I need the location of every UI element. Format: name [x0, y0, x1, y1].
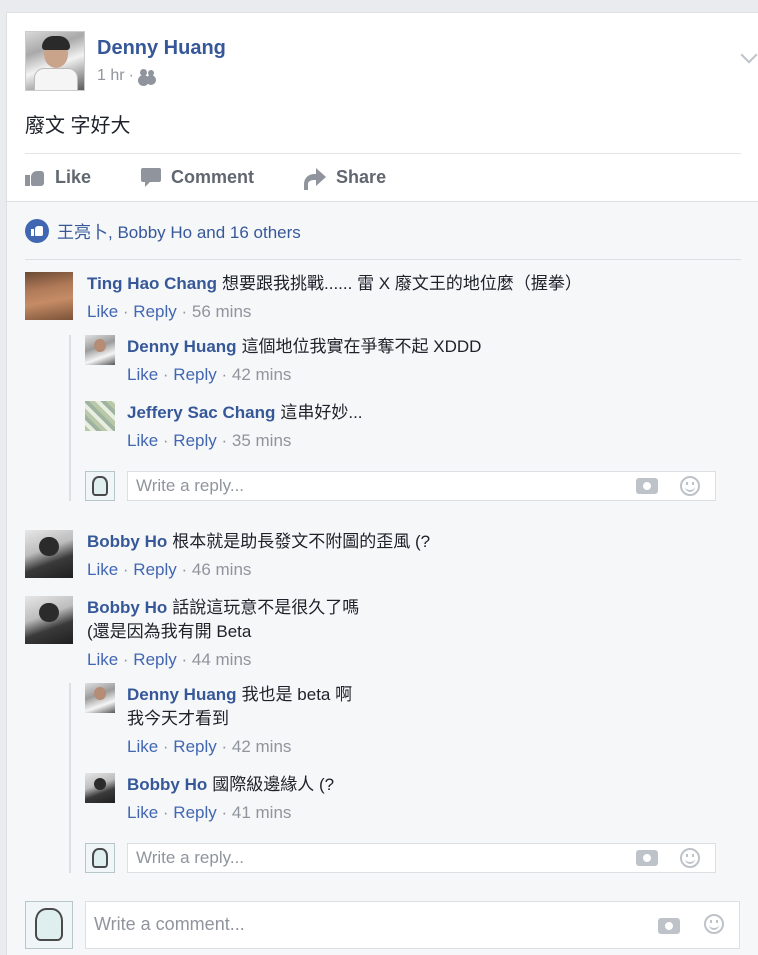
- post-header: Denny Huang 1 hr ·: [25, 31, 758, 93]
- like-badge-icon: [25, 218, 49, 243]
- reply-placeholder: Write a reply...: [136, 848, 245, 867]
- share-arrow-icon: [304, 168, 327, 190]
- reply-placeholder: Write a reply...: [136, 476, 245, 495]
- comment-time[interactable]: 56 mins: [192, 302, 252, 321]
- post-text: 廢文 字好大: [25, 115, 131, 137]
- replier-avatar[interactable]: [85, 683, 115, 713]
- comment-input[interactable]: Write a comment...: [85, 901, 740, 949]
- likes-summary-text[interactable]: 王亮卜, Bobby Ho and 16 others: [57, 218, 301, 243]
- reply-meta: Like · Reply · 41 mins: [127, 803, 292, 822]
- reply-meta: Like · Reply · 35 mins: [127, 431, 292, 450]
- comment-text: 話說這玩意不是很久了嗎: [172, 598, 360, 617]
- replier-avatar[interactable]: [85, 773, 115, 803]
- reply-input[interactable]: Write a reply...: [127, 843, 716, 873]
- comment-like-link[interactable]: Like: [87, 302, 118, 321]
- comment-label: Comment: [171, 166, 255, 187]
- reply-text-line2: 我今天才看到: [127, 709, 229, 728]
- commenter-name[interactable]: Bobby Ho: [87, 532, 167, 551]
- thumbs-up-icon: [25, 168, 45, 186]
- replier-avatar[interactable]: [85, 401, 115, 431]
- camera-icon[interactable]: [658, 918, 680, 934]
- author-name[interactable]: Denny Huang: [97, 37, 226, 60]
- my-avatar: [25, 901, 73, 949]
- reply-meta: Like · Reply · 42 mins: [127, 365, 292, 384]
- comment-meta: Like · Reply · 46 mins: [87, 560, 252, 579]
- reply-time[interactable]: 41 mins: [232, 803, 292, 822]
- friends-icon[interactable]: [138, 69, 156, 83]
- like-label: Like: [55, 166, 92, 187]
- reply-text: 這串好妙...: [280, 403, 363, 422]
- replier-name[interactable]: Denny Huang: [127, 685, 237, 704]
- post-meta: 1 hr ·: [97, 67, 156, 85]
- post-actions: Like Comment Share: [25, 163, 436, 191]
- commenter-name[interactable]: Ting Hao Chang: [87, 274, 217, 293]
- replier-name[interactable]: Bobby Ho: [127, 775, 207, 794]
- post-card: Denny Huang 1 hr · 廢文 字好大 Like Comment S…: [6, 12, 758, 955]
- comment-meta: Like · Reply · 44 mins: [87, 650, 252, 669]
- reply-reply-link[interactable]: Reply: [173, 431, 216, 450]
- likes-summary[interactable]: 王亮卜, Bobby Ho and 16 others: [25, 218, 301, 243]
- camera-icon[interactable]: [636, 478, 658, 494]
- comment-reply-link[interactable]: Reply: [133, 560, 176, 579]
- author-avatar[interactable]: [25, 31, 85, 91]
- comment-reply-link[interactable]: Reply: [133, 302, 176, 321]
- reply-reply-link[interactable]: Reply: [173, 737, 216, 756]
- reply-like-link[interactable]: Like: [127, 737, 158, 756]
- comment-icon: [141, 168, 162, 187]
- commenter-avatar[interactable]: [25, 530, 73, 578]
- emoji-icon[interactable]: [680, 848, 700, 868]
- replier-avatar[interactable]: [85, 335, 115, 365]
- reply-meta: Like · Reply · 42 mins: [127, 737, 292, 756]
- emoji-icon[interactable]: [704, 914, 724, 934]
- reply-thread-line: [69, 683, 71, 873]
- comment-text: 根本就是助長發文不附圖的歪風 (?: [172, 532, 431, 551]
- comment-meta: Like · Reply · 56 mins: [87, 302, 252, 321]
- meta-separator: ·: [128, 67, 134, 84]
- replier-name[interactable]: Jeffery Sac Chang: [127, 403, 275, 422]
- reply-like-link[interactable]: Like: [127, 803, 158, 822]
- share-label: Share: [336, 166, 387, 187]
- reply-text: 這個地位我實在爭奪不起 XDDD: [241, 337, 482, 356]
- comment-text: 想要跟我挑戰...... 雷 X 廢文王的地位麼（握拳）: [222, 274, 582, 293]
- comment-time[interactable]: 44 mins: [192, 650, 252, 669]
- divider: [25, 259, 741, 260]
- reply-like-link[interactable]: Like: [127, 365, 158, 384]
- like-button[interactable]: Like: [25, 167, 91, 188]
- reply-text: 我也是 beta 啊: [241, 685, 353, 704]
- comment-placeholder: Write a comment...: [94, 914, 245, 934]
- reply-thread-line: [69, 335, 71, 501]
- comment-like-link[interactable]: Like: [87, 560, 118, 579]
- comment-time[interactable]: 46 mins: [192, 560, 252, 579]
- replier-name[interactable]: Denny Huang: [127, 337, 237, 356]
- chevron-down-icon[interactable]: [740, 46, 758, 64]
- commenter-avatar[interactable]: [25, 596, 73, 644]
- comments-section: 王亮卜, Bobby Ho and 16 others Ting Hao Cha…: [7, 201, 758, 955]
- reply-like-link[interactable]: Like: [127, 431, 158, 450]
- reply-input[interactable]: Write a reply...: [127, 471, 716, 501]
- post-time[interactable]: 1 hr: [97, 67, 125, 85]
- comment-text-line2: (還是因為我有開 Beta: [87, 622, 252, 641]
- reply-text: 國際級邊緣人 (?: [212, 775, 335, 794]
- commenter-avatar[interactable]: [25, 272, 73, 320]
- share-button[interactable]: Share: [304, 166, 387, 190]
- commenter-name[interactable]: Bobby Ho: [87, 598, 167, 617]
- my-avatar: [85, 471, 115, 501]
- reply-reply-link[interactable]: Reply: [173, 803, 216, 822]
- comment-like-link[interactable]: Like: [87, 650, 118, 669]
- comment-reply-link[interactable]: Reply: [133, 650, 176, 669]
- divider: [25, 153, 741, 154]
- comment-button[interactable]: Comment: [141, 167, 254, 188]
- reply-time[interactable]: 42 mins: [232, 365, 292, 384]
- my-avatar: [85, 843, 115, 873]
- reply-time[interactable]: 42 mins: [232, 737, 292, 756]
- reply-time[interactable]: 35 mins: [232, 431, 292, 450]
- emoji-icon[interactable]: [680, 476, 700, 496]
- camera-icon[interactable]: [636, 850, 658, 866]
- reply-reply-link[interactable]: Reply: [173, 365, 216, 384]
